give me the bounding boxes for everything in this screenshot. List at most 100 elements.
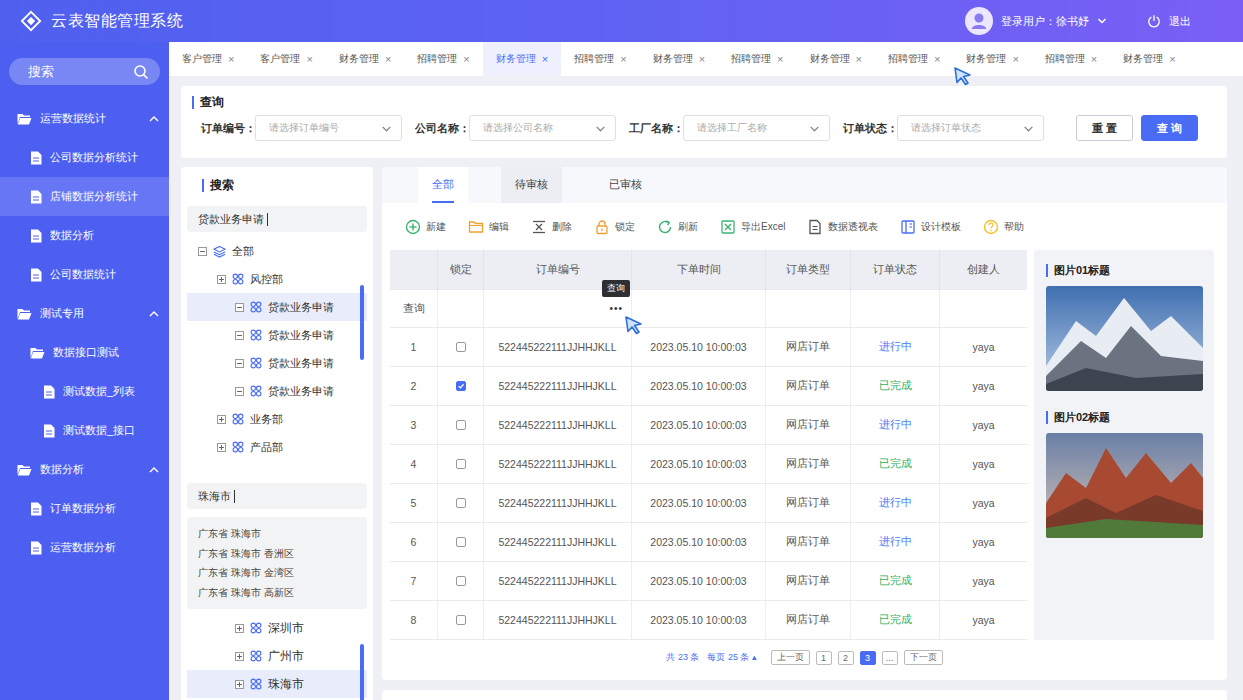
- collapse-icon[interactable]: [198, 247, 207, 256]
- filter-cell[interactable]: [438, 290, 484, 328]
- column-header[interactable]: 下单时间: [632, 250, 766, 290]
- page-tab[interactable]: 招聘管理 ×: [1032, 42, 1110, 76]
- filter-cell[interactable]: [632, 290, 766, 328]
- page-button[interactable]: 3: [860, 651, 876, 665]
- select-field[interactable]: 请选择工厂名称: [683, 115, 830, 141]
- tab-close-button[interactable]: ×: [1012, 53, 1018, 65]
- lock-checkbox[interactable]: [456, 420, 466, 430]
- suggestion-item[interactable]: 广东省 珠海市 金湾区: [198, 563, 356, 583]
- page-tab[interactable]: 财务管理 ×: [640, 42, 718, 76]
- tab-close-button[interactable]: ×: [228, 53, 234, 65]
- column-header[interactable]: 订单类型: [766, 250, 851, 290]
- suggestion-item[interactable]: 广东省 珠海市 高新区: [198, 583, 356, 603]
- toolbar-button[interactable]: 新建: [405, 219, 446, 235]
- tab-close-button[interactable]: ×: [385, 53, 391, 65]
- expand-icon[interactable]: [235, 652, 244, 661]
- toolbar-button[interactable]: 帮助: [983, 219, 1024, 235]
- table-row[interactable]: 3 522445222111JJHHJKLL 2023.05.10 10:00:…: [390, 406, 1027, 445]
- status-tab[interactable]: 已审核: [595, 167, 656, 203]
- expand-icon[interactable]: [217, 415, 226, 424]
- table-row[interactable]: 8 522445222111JJHHJKLL 2023.05.10 10:00:…: [390, 601, 1027, 640]
- toolbar-button[interactable]: 编辑: [468, 219, 509, 235]
- collapse-icon[interactable]: [235, 303, 244, 312]
- lock-checkbox[interactable]: [456, 615, 466, 625]
- sidebar-item[interactable]: 测试数据_列表: [0, 372, 169, 411]
- tab-close-button[interactable]: ×: [1169, 53, 1175, 65]
- region-search-input[interactable]: 珠海市: [187, 483, 367, 509]
- filter-cell[interactable]: [940, 290, 1027, 328]
- tree-node[interactable]: 珠海市: [187, 670, 367, 698]
- sidebar-item[interactable]: 运营数据统计: [0, 99, 169, 138]
- toolbar-button[interactable]: 导出Excel: [720, 219, 785, 235]
- more-button[interactable]: ••• 查询: [609, 303, 623, 314]
- tree-node[interactable]: 全部: [187, 237, 367, 265]
- page-size-select[interactable]: 每页 25 条 ▴: [707, 651, 756, 664]
- sidebar-item[interactable]: 数据分析: [0, 450, 169, 489]
- collapse-icon[interactable]: [235, 331, 244, 340]
- tab-close-button[interactable]: ×: [777, 53, 783, 65]
- select-field[interactable]: 请选择公司名称: [469, 115, 616, 141]
- sidebar-item[interactable]: 公司数据分析统计: [0, 138, 169, 177]
- page-tab[interactable]: 客户管理 ×: [169, 42, 247, 76]
- tab-close-button[interactable]: ×: [856, 53, 862, 65]
- page-tab[interactable]: 招聘管理 ×: [561, 42, 639, 76]
- table-row[interactable]: 4 522445222111JJHHJKLL 2023.05.10 10:00:…: [390, 445, 1027, 484]
- sidebar-item[interactable]: 公司数据统计: [0, 255, 169, 294]
- table-row[interactable]: 1 522445222111JJHHJKLL 2023.05.10 10:00:…: [390, 328, 1027, 367]
- lock-checkbox[interactable]: [456, 498, 466, 508]
- expand-icon[interactable]: [217, 275, 226, 284]
- tree-node[interactable]: 贷款业务申请: [187, 321, 367, 349]
- prev-page-button[interactable]: 上一页: [771, 650, 810, 665]
- query-button[interactable]: 查 询: [1141, 115, 1198, 141]
- tree-node[interactable]: 深圳市: [187, 614, 367, 642]
- brand[interactable]: 云表智能管理系统: [20, 10, 183, 32]
- tab-close-button[interactable]: ×: [306, 53, 312, 65]
- collapse-icon[interactable]: [235, 359, 244, 368]
- page-tab[interactable]: 招聘管理 ×: [404, 42, 482, 76]
- sidebar-item[interactable]: 数据分析: [0, 216, 169, 255]
- sidebar-item[interactable]: 订单数据分析: [0, 489, 169, 528]
- logout-button[interactable]: 退出: [1147, 14, 1191, 29]
- table-row[interactable]: 6 522445222111JJHHJKLL 2023.05.10 10:00:…: [390, 523, 1027, 562]
- lock-checkbox[interactable]: [456, 381, 466, 391]
- tree-node[interactable]: 贷款业务申请: [187, 293, 367, 321]
- sidebar-item[interactable]: 数据接口测试: [0, 333, 169, 372]
- sidebar-item[interactable]: 店铺数据分析统计: [0, 177, 169, 216]
- sidebar-item[interactable]: 测试数据_接口: [0, 411, 169, 450]
- expand-icon[interactable]: [235, 624, 244, 633]
- tree-search-input[interactable]: 贷款业务申请: [187, 206, 367, 232]
- page-tab[interactable]: 招聘管理 ×: [718, 42, 796, 76]
- filter-cell[interactable]: ••• 查询: [484, 290, 632, 328]
- expand-icon[interactable]: [217, 443, 226, 452]
- toolbar-button[interactable]: 设计模板: [900, 219, 961, 235]
- suggestion-item[interactable]: 广东省 珠海市: [198, 524, 356, 544]
- page-tab[interactable]: 财务管理 ×: [483, 42, 561, 76]
- next-page-button[interactable]: 下一页: [904, 650, 943, 665]
- page-tab[interactable]: 财务管理 ×: [797, 42, 875, 76]
- column-header[interactable]: 锁定: [438, 250, 484, 290]
- select-field[interactable]: 请选择订单编号: [255, 115, 402, 141]
- tab-close-button[interactable]: ×: [1091, 53, 1097, 65]
- select-field[interactable]: 请选择订单状态: [897, 115, 1044, 141]
- page-tab[interactable]: 财务管理 ×: [953, 42, 1031, 76]
- sidebar-item[interactable]: 测试专用: [0, 294, 169, 333]
- column-header[interactable]: 创建人: [940, 250, 1027, 290]
- column-header[interactable]: [390, 250, 438, 290]
- tab-close-button[interactable]: ×: [463, 53, 469, 65]
- toolbar-button[interactable]: 锁定: [594, 219, 635, 235]
- expand-icon[interactable]: [235, 680, 244, 689]
- page-tab[interactable]: 财务管理 ×: [326, 42, 404, 76]
- collapse-icon[interactable]: [235, 387, 244, 396]
- table-row[interactable]: 2 522445222111JJHHJKLL 2023.05.10 10:00:…: [390, 367, 1027, 406]
- more-pages-button[interactable]: ...: [882, 651, 898, 665]
- page-tab[interactable]: 客户管理 ×: [247, 42, 325, 76]
- lock-checkbox[interactable]: [456, 342, 466, 352]
- table-row[interactable]: 7 522445222111JJHHJKLL 2023.05.10 10:00:…: [390, 562, 1027, 601]
- filter-cell[interactable]: [766, 290, 851, 328]
- sidebar-item[interactable]: 运营数据分析: [0, 528, 169, 567]
- tree-node[interactable]: 贷款业务申请: [187, 377, 367, 405]
- lock-checkbox[interactable]: [456, 537, 466, 547]
- lock-checkbox[interactable]: [456, 459, 466, 469]
- page-tab[interactable]: 财务管理 ×: [1110, 42, 1188, 76]
- tree-node[interactable]: 业务部: [187, 405, 367, 433]
